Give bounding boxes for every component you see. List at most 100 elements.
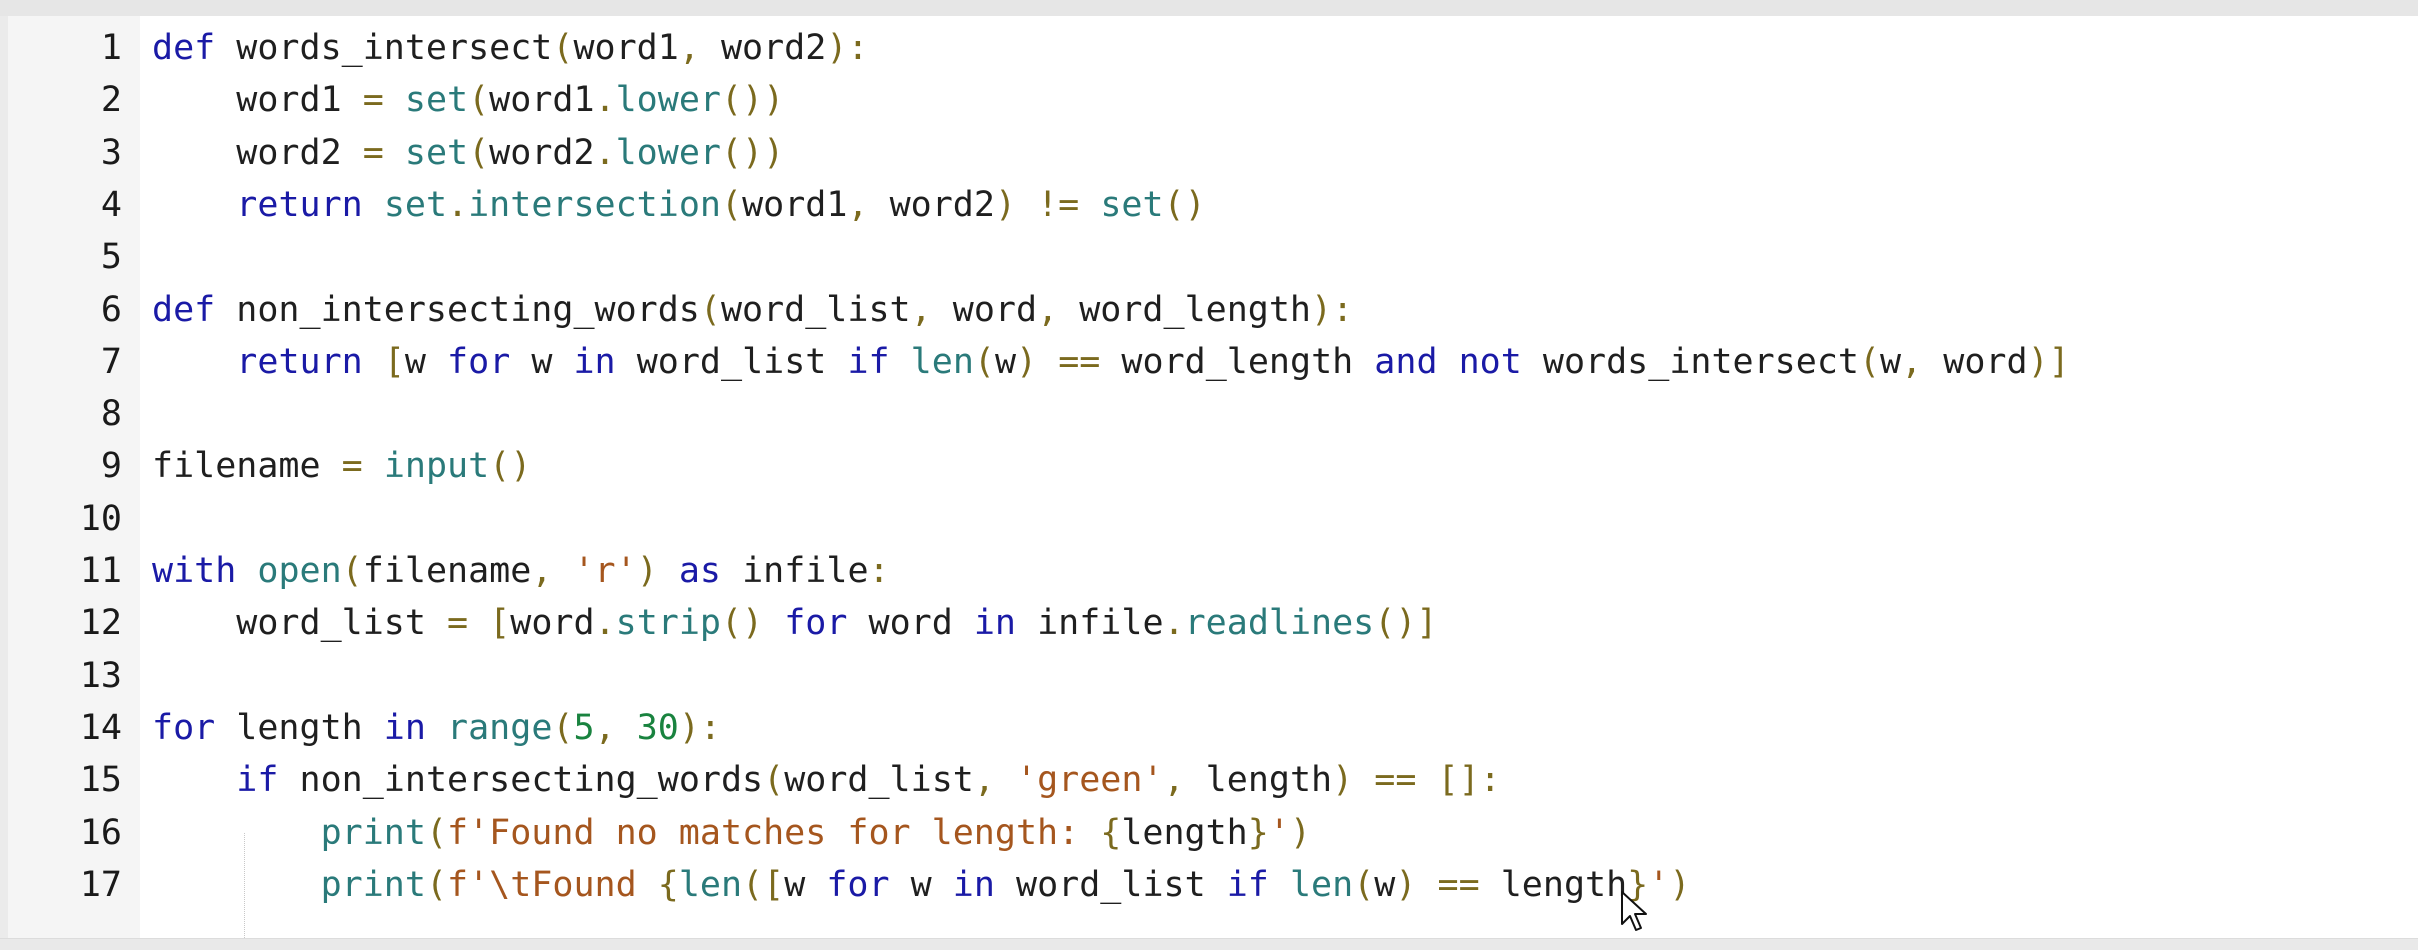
code-token: 30: [636, 708, 679, 748]
code-token: (): [1163, 185, 1206, 225]
code-line[interactable]: print(f'Found no matches for length: {le…: [152, 807, 1311, 859]
code-token: for: [152, 708, 216, 748]
code-token: in: [383, 708, 426, 748]
code-line[interactable]: return set.intersection(word1, word2) !=…: [152, 179, 1206, 231]
line-number: 11: [79, 551, 122, 591]
mouse-pointer-icon: [1621, 891, 1647, 931]
code-token: def: [152, 290, 216, 330]
code-token: =: [362, 133, 384, 173]
code-token: (: [1353, 865, 1375, 905]
code-line[interactable]: filename = input(): [152, 440, 531, 492]
line-number: 15: [79, 760, 122, 800]
code-token: return: [236, 185, 363, 225]
code-editor: 1 def words_intersect(word1, word2): 2 wor…: [0, 0, 2418, 950]
horizontal-scrollbar[interactable]: [0, 938, 2418, 950]
code-token: word2: [152, 133, 363, 173]
code-token: words_intersect: [215, 28, 553, 68]
line-number: 3: [100, 133, 122, 173]
code-token: :: [868, 551, 890, 591]
code-token: word_list: [615, 342, 848, 382]
code-token: ,: [847, 185, 890, 225]
code-token: .: [594, 133, 616, 173]
code-token: f'\tFound: [447, 865, 658, 905]
code-token: filename: [362, 551, 532, 591]
code-token: set: [1100, 185, 1164, 225]
code-token: for: [826, 865, 890, 905]
code-token: (: [552, 708, 574, 748]
code-token: for: [447, 342, 511, 382]
code-token: as: [678, 551, 722, 591]
line-number: 1: [100, 28, 122, 68]
code-line[interactable]: if non_intersecting_words(word_list, 'gr…: [152, 754, 1500, 806]
code-token: set: [383, 185, 448, 225]
code-token: w: [1374, 865, 1396, 905]
line-number: 4: [100, 185, 122, 225]
code-token: ): [1395, 865, 1438, 905]
code-token: strip: [615, 603, 721, 643]
code-token: ([: [742, 865, 785, 905]
code-token: ):: [678, 708, 722, 748]
code-token: word1: [152, 80, 363, 120]
code-token: if: [1226, 865, 1269, 905]
code-token: word_length: [1100, 342, 1375, 382]
code-token: word_list: [784, 760, 974, 800]
code-token: 5: [573, 708, 595, 748]
code-line[interactable]: for length in range(5, 30):: [152, 702, 721, 754]
code-token: ): [1289, 813, 1311, 853]
code-token: (: [552, 28, 574, 68]
code-token: for: [784, 603, 848, 643]
code-token: .: [594, 603, 616, 643]
code-token: word1: [573, 28, 679, 68]
code-token: if: [847, 342, 890, 382]
code-token: ==: [1058, 342, 1101, 382]
code-line[interactable]: print(f'\tFound {len([w for w in word_li…: [152, 859, 1691, 911]
code-token: ,: [973, 760, 1016, 800]
code-line[interactable]: def words_intersect(word1, word2):: [152, 22, 868, 74]
code-token: set: [404, 80, 469, 120]
code-line[interactable]: return [w for w in word_list if len(w) =…: [152, 336, 2069, 388]
line-number: 7: [100, 342, 122, 382]
code-token: ):: [1311, 290, 1354, 330]
code-token: word_list: [994, 865, 1227, 905]
code-token: intersection: [468, 185, 721, 225]
code-token: ()): [720, 80, 785, 120]
code-token: (: [425, 813, 448, 853]
code-token: 'green': [1016, 760, 1164, 800]
code-token: word2: [889, 185, 995, 225]
code-token: ==: [1437, 865, 1480, 905]
code-line[interactable]: word1 = set(word1.lower()): [152, 74, 784, 126]
code-token: open: [257, 551, 342, 591]
code-token: ()): [720, 133, 785, 173]
code-token: [: [383, 342, 405, 382]
code-token: {: [1100, 813, 1122, 853]
code-token: !=: [1037, 185, 1080, 225]
code-token: (: [468, 133, 490, 173]
code-token: (: [699, 290, 721, 330]
code-token: [: [489, 603, 511, 643]
code-line[interactable]: word2 = set(word2.lower()): [152, 127, 784, 179]
line-number: 5: [100, 237, 122, 277]
code-token: word: [1943, 342, 2028, 382]
code-token: ): [994, 185, 1038, 225]
code-token: (: [720, 185, 743, 225]
code-token: ): [1669, 865, 1691, 905]
code-token: ,: [1037, 290, 1080, 330]
code-token: ,: [910, 290, 953, 330]
code-line[interactable]: word_list = [word.strip() for word in in…: [152, 597, 1437, 649]
code-line[interactable]: def non_intersecting_words(word_list, wo…: [152, 284, 1353, 336]
code-token: ,: [1163, 760, 1206, 800]
code-line[interactable]: with open(filename, 'r') as infile:: [152, 545, 890, 597]
code-token: word2: [720, 28, 827, 68]
code-token: (: [341, 551, 363, 591]
line-number: 13: [79, 656, 122, 696]
